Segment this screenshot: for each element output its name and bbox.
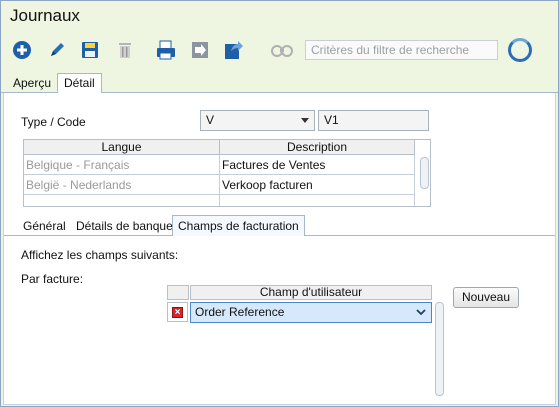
type-select-value: V xyxy=(206,113,215,127)
print-icon[interactable] xyxy=(155,39,177,61)
show-fields-label: Affichez les champs suivants: xyxy=(21,248,179,262)
user-field-value: Order Reference xyxy=(195,305,285,319)
delete-row-button[interactable]: × xyxy=(167,302,188,322)
fields-scrollbar[interactable] xyxy=(435,302,444,396)
edit-icon[interactable] xyxy=(46,39,68,61)
tab-general[interactable]: Général xyxy=(18,217,71,236)
journals-window: Journaux Critères du filtre de recherche… xyxy=(0,0,559,407)
refresh-icon[interactable] xyxy=(508,38,532,62)
user-field-select[interactable]: Order Reference xyxy=(190,302,432,323)
binoculars-icon[interactable] xyxy=(271,39,293,61)
detail-panel: Type / Code V V1 Langue Description Belg… xyxy=(3,93,556,405)
table-cell-description[interactable]: Factures de Ventes xyxy=(220,155,415,175)
window-title: Journaux xyxy=(10,6,80,25)
new-button[interactable]: Nouveau xyxy=(453,287,519,308)
column-header-description[interactable]: Description xyxy=(220,140,415,155)
column-header-user-field[interactable]: Champ d'utilisateur xyxy=(190,285,432,300)
export-icon[interactable] xyxy=(223,39,245,61)
table-cell-language: Belgique - Français xyxy=(24,155,220,175)
type-code-label: Type / Code xyxy=(21,115,86,129)
search-input[interactable]: Critères du filtre de recherche xyxy=(305,40,498,60)
table-cell-language xyxy=(24,195,220,206)
column-header-select xyxy=(167,285,189,300)
sub-tabs: Général Détails de banque Champs de fact… xyxy=(4,214,555,237)
save-icon[interactable] xyxy=(79,39,101,61)
import-icon[interactable] xyxy=(189,39,211,61)
table-cell-language: België - Nederlands xyxy=(24,175,220,195)
language-grid-scrollbar[interactable] xyxy=(420,157,429,189)
table-cell-description[interactable]: Verkoop facturen xyxy=(220,175,415,195)
per-invoice-label: Par facture: xyxy=(21,272,84,286)
tab-billing-fields[interactable]: Champs de facturation xyxy=(172,215,305,237)
main-tabs: Aperçu Détail xyxy=(1,72,558,94)
tab-detail[interactable]: Détail xyxy=(57,73,102,94)
code-field[interactable]: V1 xyxy=(318,110,429,131)
column-header-language[interactable]: Langue xyxy=(24,140,220,155)
tab-bank-details[interactable]: Détails de banque xyxy=(71,217,178,236)
language-grid: Langue Description Belgique - Français F… xyxy=(23,139,431,207)
tab-overview[interactable]: Aperçu xyxy=(7,74,57,93)
chevron-down-icon xyxy=(416,309,426,316)
delete-icon[interactable] xyxy=(114,39,136,61)
billing-fields-panel: Affichez les champs suivants: Par factur… xyxy=(4,236,555,404)
delete-icon: × xyxy=(172,306,183,318)
chevron-down-icon xyxy=(301,118,309,123)
add-icon[interactable] xyxy=(11,39,33,61)
type-select[interactable]: V xyxy=(200,110,315,131)
table-cell-description[interactable] xyxy=(220,195,415,206)
